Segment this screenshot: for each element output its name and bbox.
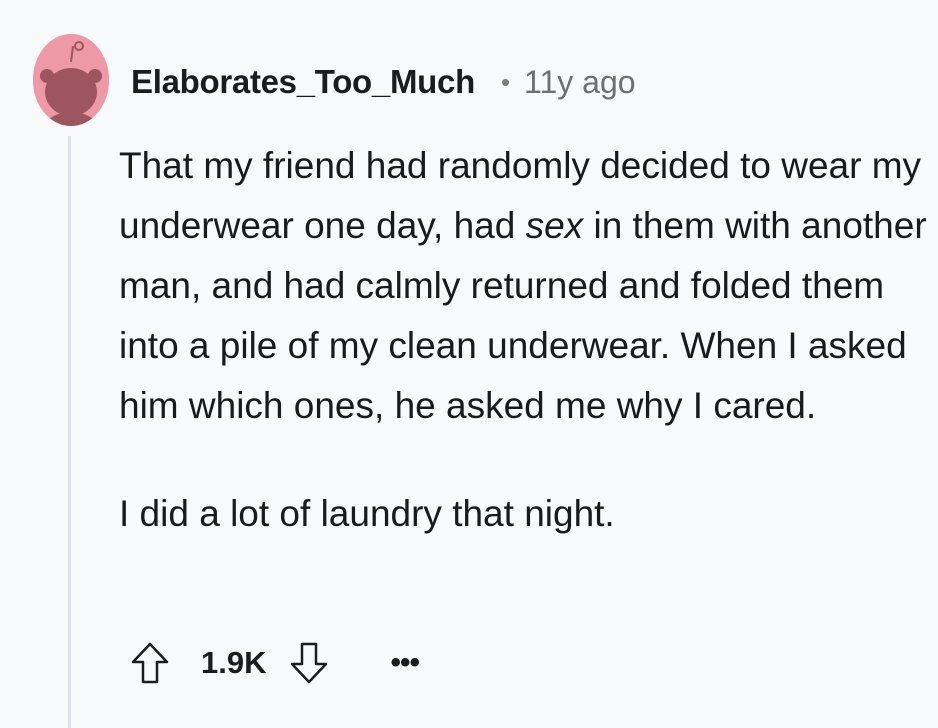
separator-dot: • — [500, 66, 511, 97]
comment-paragraph: That my friend had randomly decided to w… — [119, 145, 927, 426]
thread-line[interactable] — [68, 136, 71, 728]
snoo-avatar-icon — [33, 34, 109, 126]
username[interactable]: Elaborates_Too_Much — [131, 63, 475, 101]
more-options-button[interactable]: ••• — [390, 648, 419, 678]
arrow-down-icon — [291, 642, 328, 684]
comment-age: 11y ago — [524, 63, 636, 100]
vote-score: 1.9K — [201, 645, 267, 680]
emphasis-text: sex — [525, 205, 584, 246]
comment-actions: 1.9K ••• — [129, 638, 420, 688]
comment: Elaborates_Too_Much • 11y ago That my fr… — [0, 0, 938, 728]
user-avatar[interactable] — [33, 34, 109, 126]
comment-paragraph: I did a lot of laundry that night. — [119, 493, 615, 534]
downvote-button[interactable] — [288, 639, 330, 687]
comment-header: Elaborates_Too_Much • 11y ago — [131, 58, 636, 106]
comment-body: That my friend had randomly decided to w… — [119, 136, 929, 544]
upvote-button[interactable] — [129, 639, 171, 687]
arrow-up-icon — [131, 642, 169, 684]
